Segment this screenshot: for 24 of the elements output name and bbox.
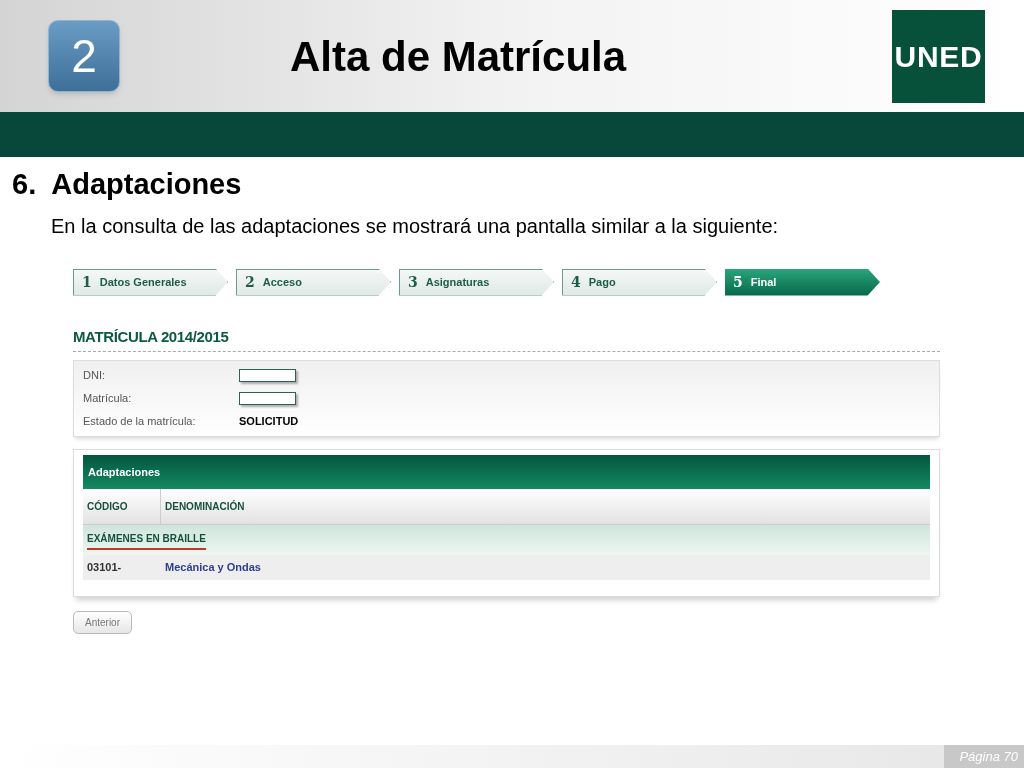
input-field[interactable]	[239, 369, 296, 382]
section-heading: 6. Adaptaciones	[12, 167, 243, 202]
code-cell-text: 03101-	[86, 560, 123, 576]
intro-text: En la consulta de las adaptaciones se mostrará una pantalla similar a la siguiente:	[51, 213, 780, 239]
field-value: SOLICITUD	[239, 414, 299, 430]
field-label: Estado de la matrícula:	[83, 414, 197, 430]
page-heading: MATRÍCULA 2014/2015	[73, 326, 230, 347]
field-label: Matrícula:	[83, 391, 133, 407]
wizard-step[interactable]: 5 Final	[725, 268, 880, 296]
logo: UNED	[892, 9, 985, 103]
back-button[interactable]: Anterior	[73, 611, 132, 634]
column-header: DENOMINACIÓN	[164, 499, 246, 514]
wizard-step[interactable]: 3 Asignaturas	[399, 268, 554, 296]
number-badge: 2	[48, 20, 120, 92]
slide-title: Alta de Matrícula	[290, 31, 627, 82]
field-label: DNI:	[83, 368, 106, 384]
wizard-step[interactable]: 1 Datos Generales	[73, 268, 228, 296]
subject-link[interactable]: Mecánica y Ondas	[161, 559, 265, 576]
table-title: Adaptaciones	[83, 455, 930, 489]
wizard-step[interactable]: 4 Pago	[562, 268, 717, 296]
input-field[interactable]	[239, 392, 296, 405]
column-header: CÓDIGO	[83, 489, 161, 524]
group-header: EXÁMENES EN BRAILLE	[87, 530, 206, 550]
wizard-step[interactable]: 2 Acceso	[236, 268, 391, 296]
